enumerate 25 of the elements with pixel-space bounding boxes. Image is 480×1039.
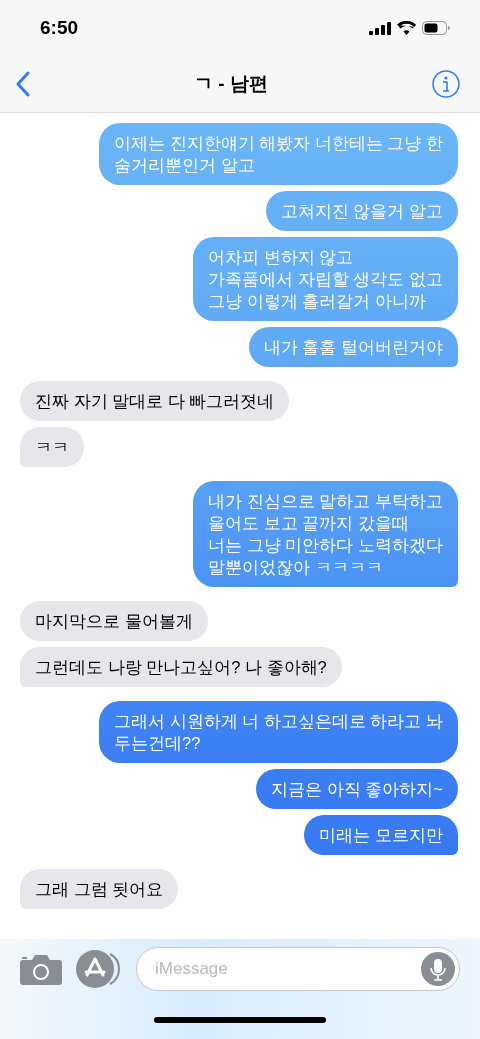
message-bubble: 그래 그럼 됫어요 — [20, 869, 179, 909]
message-bubble: 이제는 진지한얘기 해봤자 너한테는 그냥 한 숨거리뿐인거 알고 — [99, 123, 458, 185]
microphone-icon[interactable] — [421, 952, 455, 986]
message-bubble: 미래는 모르지만 — [304, 815, 458, 855]
signal-icon — [369, 21, 391, 35]
back-icon[interactable] — [16, 71, 30, 97]
message-bubble: ㅋㅋ — [20, 427, 84, 467]
message-bubble: 그래서 시원하게 너 하고싶은데로 하라고 놔 두는건데?? — [99, 701, 458, 763]
message-bubble: 내가 진심으로 말하고 부탁하고 울어도 보고 끝까지 갔을때 너는 그냥 미안하다 노력하겠다 말뿐이었잖아 ㅋㅋㅋㅋ — [193, 481, 458, 587]
wifi-icon — [397, 21, 416, 35]
info-icon[interactable] — [432, 70, 460, 98]
message-bubble: 내가 훌훌 털어버린거야 — [248, 327, 458, 367]
camera-icon[interactable] — [20, 953, 62, 985]
message-bubble: 고쳐지진 않을거 알고 — [265, 191, 458, 231]
contact-name: ㄱ - 남편 — [194, 72, 268, 96]
app-store-icon[interactable] — [76, 950, 122, 988]
status-time: 6:50 — [40, 17, 79, 39]
message-bubble: 그런데도 나랑 만나고싶어? 나 좋아해? — [20, 647, 342, 687]
message-bubble: 지금은 아직 좋아하지~ — [256, 769, 458, 809]
message-field[interactable]: iMessage — [136, 947, 460, 991]
message-bubble: 진짜 자기 말대로 다 빠그러졋네 — [20, 381, 290, 421]
message-bubble: 어차피 변하지 않고 가족품에서 자립할 생각도 없고 그냥 이렇게 흘러갈거 아니까 — [193, 237, 458, 321]
message-bubble: 마지막으로 물어볼게 — [20, 601, 208, 641]
battery-icon — [422, 21, 450, 35]
message-input-field[interactable]: iMessage — [153, 958, 421, 980]
